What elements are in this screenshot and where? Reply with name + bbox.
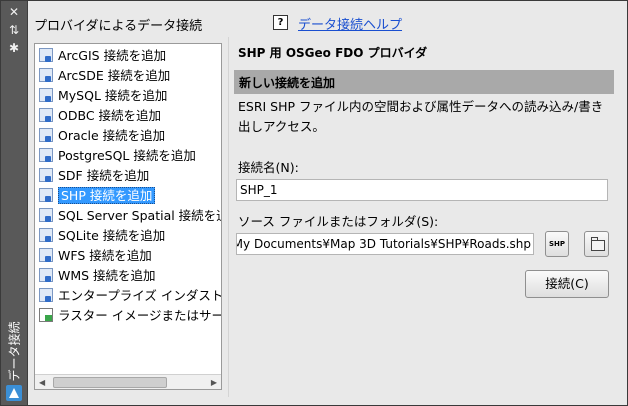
db-connection-icon (39, 248, 53, 262)
file-connection-icon (39, 228, 53, 242)
scroll-right-icon[interactable]: ▶ (211, 378, 217, 387)
folder-icon (591, 237, 605, 251)
provider-item-sql-server-spatial[interactable]: SQL Server Spatial 接続を追 (39, 207, 221, 225)
provider-item-wfs[interactable]: WFS 接続を追加 (39, 247, 152, 265)
source-label: ソース ファイルまたはフォルダ(S): (238, 214, 439, 229)
provider-item-postgresql[interactable]: PostgreSQL 接続を追加 (39, 147, 196, 165)
file-connection-icon (39, 188, 53, 202)
source-path-input[interactable]: ¥My Documents¥Map 3D Tutorials¥SHP¥Roads… (236, 233, 534, 255)
palette-title-bar[interactable]: ✕ ⇅ ✱ データ接続 (1, 1, 28, 405)
db-connection-icon (39, 128, 53, 142)
section-header: 新しい接続を追加 (234, 70, 614, 94)
db-connection-icon (39, 48, 53, 62)
db-connection-icon (39, 208, 53, 222)
db-connection-icon (39, 288, 53, 302)
provider-item-sdf[interactable]: SDF 接続を追加 (39, 167, 149, 185)
db-connection-icon (39, 148, 53, 162)
browse-shp-file-button[interactable]: SHP (545, 231, 569, 257)
provider-list-horizontal-scrollbar[interactable]: ◀ ▶ (35, 374, 221, 389)
data-connect-window: ✕ ⇅ ✱ データ接続 プロバイダによるデータ接続 ? データ接続ヘルプ Arc… (0, 0, 628, 406)
db-connection-icon (39, 268, 53, 282)
provider-item-raster[interactable]: ラスター イメージまたはサー (39, 307, 221, 325)
scroll-left-icon[interactable]: ◀ (39, 378, 45, 387)
pin-icon[interactable]: ⇅ (6, 23, 22, 37)
db-connection-icon (39, 108, 53, 122)
close-icon[interactable]: ✕ (6, 5, 22, 19)
connection-name-input[interactable]: SHP_1 (236, 179, 608, 201)
window-title: データ接続 (7, 321, 22, 382)
provider-item-arcsde[interactable]: ArcSDE 接続を追加 (39, 67, 170, 85)
connection-name-label: 接続名(N): (238, 160, 299, 175)
provider-item-shp[interactable]: SHP 接続を追加 (39, 187, 156, 205)
provider-description: ESRI SHP ファイル内の空間および属性データへの読み込み/書き出しアクセス… (238, 99, 604, 134)
provider-item-odbc[interactable]: ODBC 接続を追加 (39, 107, 161, 125)
help-link[interactable]: データ接続ヘルプ (298, 14, 402, 33)
dialog-content: プロバイダによるデータ接続 ? データ接続ヘルプ ArcGIS 接続を追加 Ar… (28, 1, 627, 405)
provider-item-oracle[interactable]: Oracle 接続を追加 (39, 127, 165, 145)
provider-item-sqlite[interactable]: SQLite 接続を追加 (39, 227, 165, 245)
provider-item-mysql[interactable]: MySQL 接続を追加 (39, 87, 167, 105)
provider-item-wms[interactable]: WMS 接続を追加 (39, 267, 156, 285)
provider-item-enterprise-industry[interactable]: エンタープライズ インダスト (39, 287, 221, 305)
shp-file-icon: SHP (548, 240, 566, 248)
db-connection-icon (39, 68, 53, 82)
help-icon[interactable]: ? (273, 15, 288, 30)
db-connection-icon (39, 88, 53, 102)
providers-heading: プロバイダによるデータ接続 (34, 19, 203, 34)
file-connection-icon (39, 168, 53, 182)
panel-divider[interactable] (228, 37, 229, 397)
provider-list[interactable]: ArcGIS 接続を追加 ArcSDE 接続を追加 MySQL 接続を追加 OD… (34, 43, 222, 390)
settings-icon[interactable]: ✱ (6, 41, 22, 55)
provider-title: SHP 用 OSGeo FDO プロバイダ (238, 46, 428, 60)
scrollbar-thumb[interactable] (53, 377, 167, 388)
connect-button[interactable]: 接続(C) (525, 270, 609, 298)
raster-icon (39, 308, 53, 322)
provider-item-arcgis[interactable]: ArcGIS 接続を追加 (39, 47, 166, 65)
autocad-map-logo-icon (6, 385, 22, 401)
browse-folder-button[interactable] (584, 231, 609, 257)
